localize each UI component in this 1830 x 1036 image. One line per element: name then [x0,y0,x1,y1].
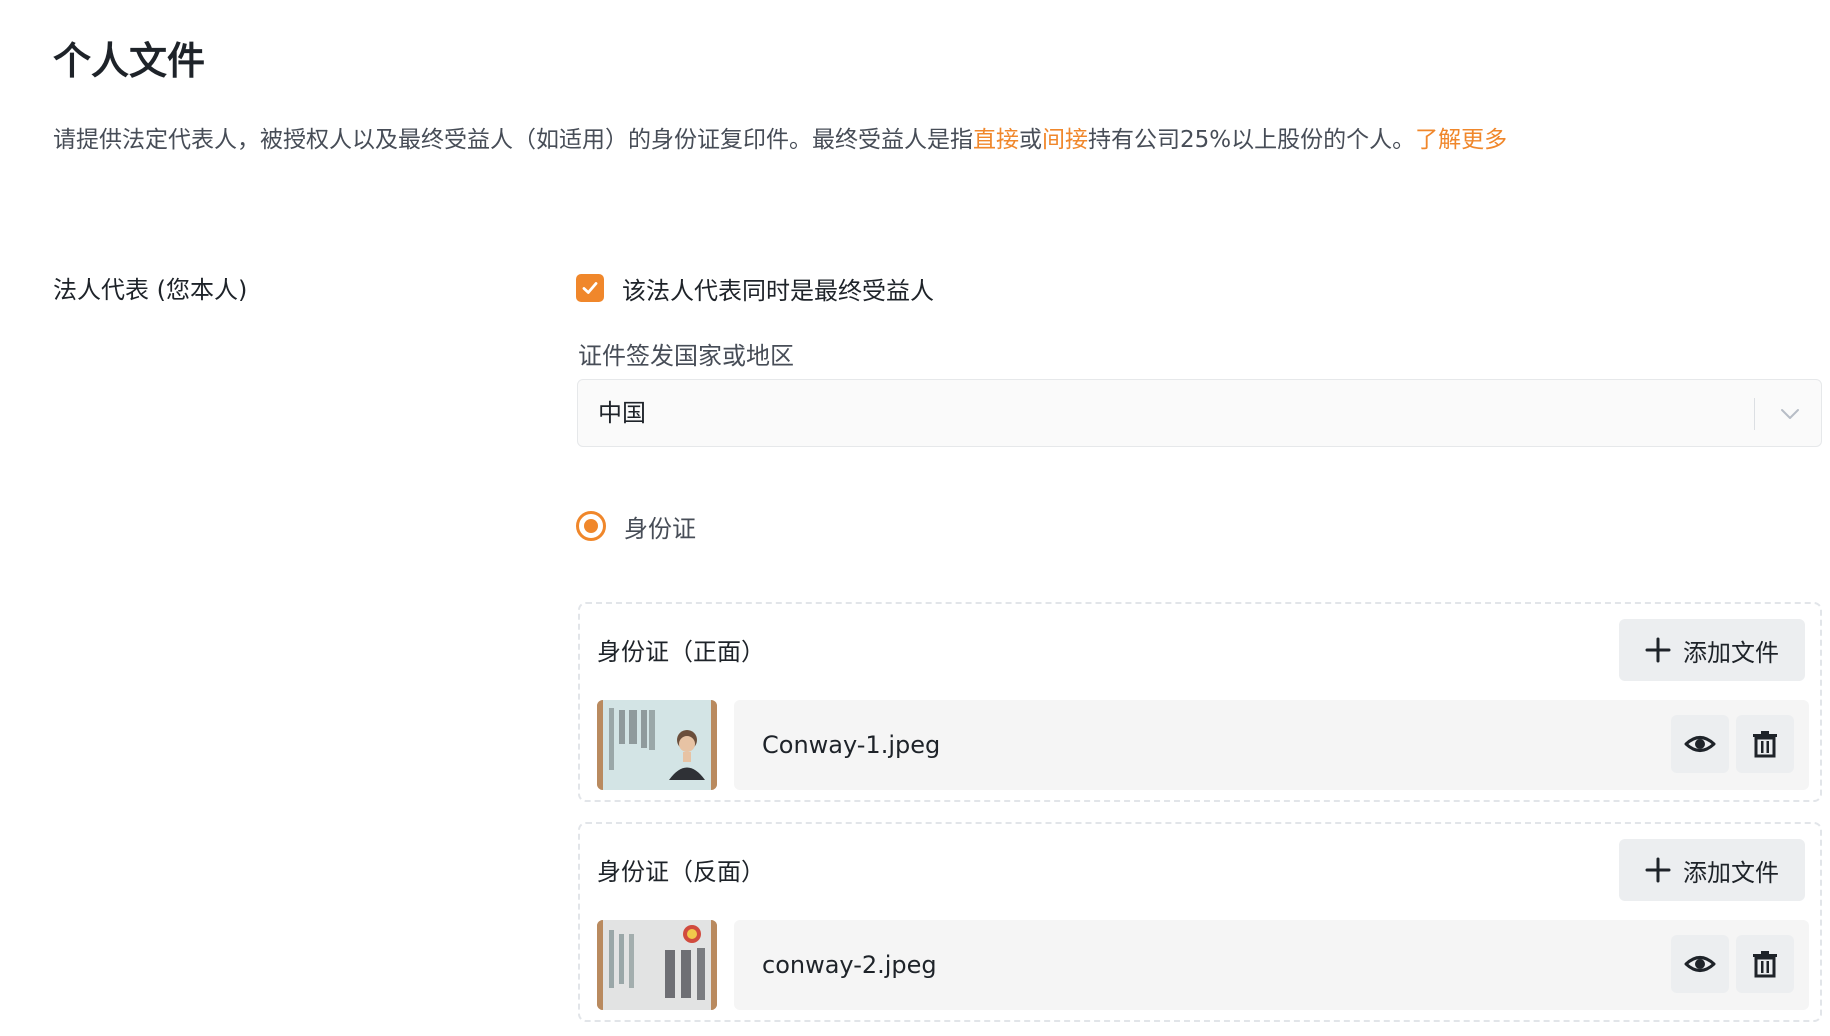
id-front-file-name: Conway-1.jpeg [762,731,941,759]
country-field-label: 证件签发国家或地区 [578,342,794,370]
id-back-file-name: conway-2.jpeg [762,951,937,979]
id-card-back-image [597,920,717,1010]
id-type-radio-row[interactable]: 身份证 [576,506,696,546]
id-back-thumbnail[interactable] [597,920,717,1010]
description-or: 或 [1019,127,1042,153]
page-title: 个人文件 [53,39,206,83]
learn-more-link[interactable]: 了解更多 [1415,127,1507,153]
page-description: 请提供法定代表人，被授权人以及最终受益人（如适用）的身份证复印件。最终受益人是指… [53,120,1507,160]
radio-selected-dot [584,519,598,533]
id-front-title: 身份证（正面） [597,638,765,666]
delete-button-front[interactable] [1736,715,1794,773]
id-back-title: 身份证（反面） [597,858,765,886]
id-front-file-row: Conway-1.jpeg [734,700,1809,790]
id-back-upload-box: 身份证（反面） 添加文件 conway-2.jpeg [578,822,1822,1022]
beneficial-owner-checkbox-label: 该法人代表同时是最终受益人 [622,276,934,305]
description-direct: 直接 [973,127,1019,153]
preview-button-front[interactable] [1671,715,1729,773]
add-file-label: 添加文件 [1683,858,1779,887]
description-text: 请提供法定代表人，被授权人以及最终受益人（如适用）的身份证复印件。最终受益人是指 [53,127,973,153]
legal-rep-section-label: 法人代表 (您本人) [53,276,248,304]
select-divider [1753,398,1755,430]
chevron-down-icon [1781,409,1799,419]
trash-icon [1753,951,1777,978]
plus-icon [1645,857,1671,883]
check-icon [582,282,598,294]
beneficial-owner-checkbox[interactable] [576,274,604,302]
id-card-front-image [597,700,717,790]
personal-documents-page: 个人文件 请提供法定代表人，被授权人以及最终受益人（如适用）的身份证复印件。最终… [0,0,1830,1036]
id-front-thumbnail[interactable] [597,700,717,790]
eye-icon [1684,736,1716,752]
add-file-label: 添加文件 [1683,638,1779,667]
id-card-radio[interactable] [576,511,606,541]
add-file-button-front[interactable]: 添加文件 [1619,619,1805,681]
add-file-button-back[interactable]: 添加文件 [1619,839,1805,901]
id-card-radio-label: 身份证 [624,514,696,543]
country-select[interactable]: 中国 [577,379,1822,447]
id-back-file-row: conway-2.jpeg [734,920,1809,1010]
trash-icon [1753,731,1777,758]
beneficial-owner-checkbox-row[interactable]: 该法人代表同时是最终受益人 [576,268,934,308]
description-indirect: 间接 [1042,127,1088,153]
preview-button-back[interactable] [1671,935,1729,993]
country-select-value: 中国 [598,399,646,427]
eye-icon [1684,956,1716,972]
id-front-upload-box: 身份证（正面） 添加文件 Conway-1.jpeg [578,602,1822,802]
plus-icon [1645,637,1671,663]
description-text-2: 持有公司25%以上股份的个人。 [1088,127,1416,153]
delete-button-back[interactable] [1736,935,1794,993]
